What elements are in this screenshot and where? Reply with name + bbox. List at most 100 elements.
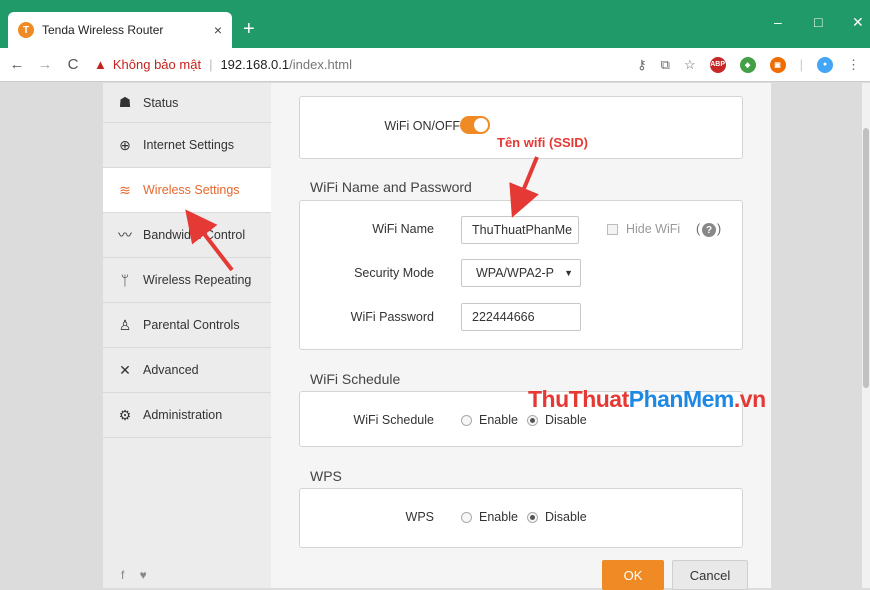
forward-button[interactable]: → — [34, 56, 56, 73]
radio-label: Disable — [545, 510, 587, 524]
sidebar-item-parental-controls[interactable]: ♙ Parental Controls — [103, 303, 271, 348]
maximize-button[interactable]: □ — [814, 14, 822, 30]
sidebar-item-label: Internet Settings — [143, 138, 235, 152]
tools-icon: ✕ — [119, 361, 131, 378]
sidebar-item-wireless-settings[interactable]: ≋ Wireless Settings — [103, 168, 271, 213]
bandwidth-icon: 〰 — [118, 227, 132, 243]
toolbar-divider: | — [799, 57, 803, 72]
main-content: WiFi ON/OFF WiFi Name and Password WiFi … — [271, 83, 771, 590]
hide-wifi-box[interactable] — [607, 223, 618, 235]
sidebar: ☗ Status ⊕ Internet Settings ≋ Wireless … — [103, 83, 271, 588]
key-icon[interactable]: ⚷ — [637, 57, 647, 73]
address-separator: | — [209, 57, 213, 72]
wifi-toggle-label: WiFi ON/OFF — [384, 119, 460, 133]
tab-close-icon[interactable]: × — [214, 22, 222, 38]
wps-panel: WPS Enable Disable — [299, 488, 743, 548]
radio-label: Enable — [479, 510, 518, 524]
radio-dot[interactable] — [461, 511, 472, 523]
wifi-name-input[interactable]: ThuThuatPhanMe — [461, 216, 579, 244]
wifi-icon: ≋ — [119, 181, 131, 198]
watermark-part-2: PhanMem — [628, 386, 735, 412]
sidebar-item-label: Advanced — [143, 363, 199, 377]
sidebar-item-administration[interactable]: ⚙ Administration — [103, 393, 271, 438]
address-bar[interactable]: ▲ Không bảo mật | 192.168.0.1 /index.htm… — [94, 57, 637, 72]
wps-enable-radio[interactable]: Enable — [461, 510, 518, 524]
adblock-icon[interactable]: ABP — [709, 56, 726, 73]
radio-label: Enable — [479, 413, 518, 427]
help-paren-close: ) — [717, 222, 722, 236]
page-scrollbar[interactable] — [862, 83, 870, 588]
schedule-disable-radio[interactable]: Disable — [527, 413, 587, 427]
extension-icon[interactable]: ◆ — [739, 56, 756, 73]
sidebar-item-bandwidth-control[interactable]: 〰 Bandwidth Control — [103, 213, 271, 258]
sidebar-item-wireless-repeating[interactable]: ᛘ Wireless Repeating — [103, 258, 271, 303]
help-icon[interactable]: ? — [702, 223, 716, 237]
ok-button[interactable]: OK — [602, 560, 664, 590]
browser-titlebar: T Tenda Wireless Router × + – □ ✕ — [0, 0, 870, 48]
warning-icon: ▲ — [94, 57, 107, 72]
section-title-schedule: WiFi Schedule — [310, 371, 401, 387]
antenna-icon: ᛘ — [120, 272, 130, 288]
page-viewport: ☗ Status ⊕ Internet Settings ≋ Wireless … — [0, 83, 862, 590]
sidebar-item-label: Wireless Repeating — [143, 273, 252, 287]
close-window-button[interactable]: ✕ — [852, 14, 864, 31]
security-mode-value: WPA/WPA2-P — [476, 266, 555, 280]
menu-icon[interactable]: ⋮ — [847, 57, 860, 73]
extension-icon-2[interactable]: ▣ — [769, 56, 786, 73]
minimize-button[interactable]: – — [774, 14, 782, 30]
new-tab-button[interactable]: + — [243, 19, 255, 39]
radio-label: Disable — [545, 413, 587, 427]
wifi-password-input[interactable]: 222444666 — [461, 303, 581, 331]
profile-icon[interactable]: ● — [817, 56, 833, 73]
help-paren-open: ( — [696, 222, 701, 236]
globe-icon: ⊕ — [119, 136, 131, 153]
hide-wifi-label: Hide WiFi — [626, 222, 681, 236]
social-links[interactable]: f ♥ — [121, 568, 153, 582]
star-icon[interactable]: ☆ — [684, 57, 696, 73]
wifi-password-label: WiFi Password — [350, 310, 434, 324]
watermark-part-3: .vn — [733, 386, 766, 412]
url-host: 192.168.0.1 — [220, 57, 290, 72]
router-icon: ☗ — [118, 94, 132, 110]
scrollbar-thumb[interactable] — [863, 128, 869, 388]
sidebar-item-advanced[interactable]: ✕ Advanced — [103, 348, 271, 393]
wifi-name-label: WiFi Name — [372, 222, 434, 236]
sidebar-item-status[interactable]: ☗ Status — [103, 83, 271, 123]
watermark: ThuThuatPhanMem.vn — [528, 386, 766, 413]
toggle-knob — [474, 118, 488, 132]
browser-toolbar: ← → C ▲ Không bảo mật | 192.168.0.1 /ind… — [0, 48, 870, 82]
family-icon: ♙ — [118, 316, 132, 333]
tenda-favicon-icon: T — [18, 22, 34, 38]
reload-button[interactable]: C — [62, 56, 84, 73]
translate-icon[interactable]: ⧉ — [661, 57, 670, 73]
gears-icon: ⚙ — [118, 406, 132, 423]
wps-label: WPS — [405, 510, 434, 524]
sidebar-item-label: Administration — [143, 408, 223, 422]
security-warning[interactable]: Không bảo mật — [113, 57, 201, 72]
radio-dot-selected[interactable] — [527, 511, 538, 523]
schedule-label: WiFi Schedule — [353, 413, 434, 427]
sidebar-item-label: Bandwidth Control — [143, 228, 246, 242]
sidebar-item-label: Wireless Settings — [143, 183, 240, 197]
back-button[interactable]: ← — [6, 56, 28, 73]
sidebar-item-internet-settings[interactable]: ⊕ Internet Settings — [103, 123, 271, 168]
wifi-toggle-switch[interactable] — [460, 116, 490, 134]
watermark-part-1: ThuThuat — [528, 386, 629, 412]
radio-dot[interactable] — [461, 414, 472, 426]
cancel-button[interactable]: Cancel — [672, 560, 748, 590]
schedule-enable-radio[interactable]: Enable — [461, 413, 518, 427]
sidebar-item-label: Parental Controls — [143, 318, 240, 332]
wps-disable-radio[interactable]: Disable — [527, 510, 587, 524]
chevron-down-icon: ▼ — [564, 268, 573, 278]
url-path: /index.html — [289, 57, 353, 72]
radio-dot-selected[interactable] — [527, 414, 538, 426]
name-password-panel: WiFi Name ThuThuatPhanMe Hide WiFi ( ? )… — [299, 200, 743, 350]
security-mode-label: Security Mode — [354, 266, 434, 280]
security-mode-select[interactable]: WPA/WPA2-P ▼ — [461, 259, 581, 287]
section-title-wps: WPS — [310, 468, 342, 484]
browser-tab[interactable]: T Tenda Wireless Router × — [8, 12, 232, 48]
hide-wifi-checkbox[interactable]: Hide WiFi — [607, 222, 680, 236]
tab-title: Tenda Wireless Router — [42, 23, 164, 37]
section-title-name-password: WiFi Name and Password — [310, 179, 472, 195]
sidebar-item-label: Status — [143, 95, 179, 110]
